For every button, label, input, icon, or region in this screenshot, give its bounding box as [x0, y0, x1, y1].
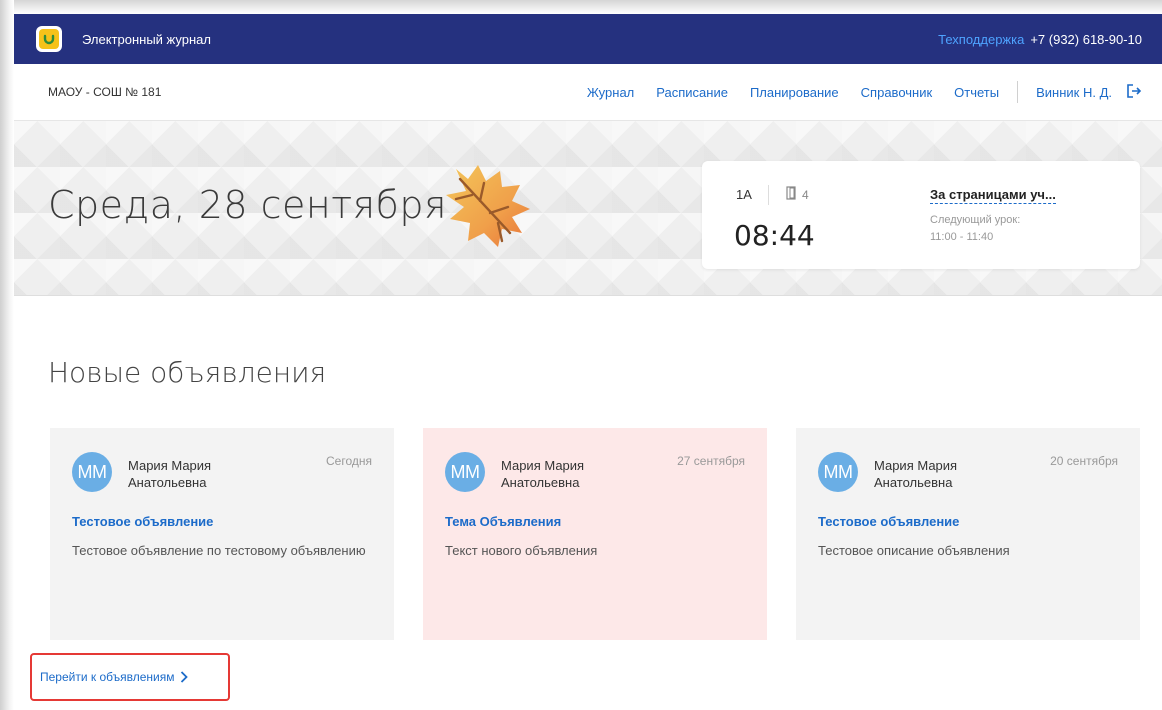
announcement-date: 20 сентября	[1050, 454, 1118, 468]
announcement-text: Тестовое объявление по тестовому объявле…	[72, 543, 366, 558]
announcement-date: 27 сентября	[677, 454, 745, 468]
user-name[interactable]: Винник Н. Д.	[1036, 85, 1112, 100]
lesson-room: 4	[786, 186, 809, 203]
window-shadow-top	[0, 0, 1162, 14]
author-name-line2: Анатольевна	[128, 475, 207, 490]
avatar: ММ	[818, 452, 858, 492]
nav-item-reference[interactable]: Справочник	[861, 85, 933, 100]
next-lesson-label: Следующий урок:	[930, 214, 1021, 226]
door-icon	[786, 186, 796, 203]
logo-icon	[39, 29, 59, 49]
announcement-text: Текст нового объявления	[445, 543, 598, 558]
announcement-author: Мария Мария Анатольевна	[501, 457, 584, 491]
nav-item-schedule[interactable]: Расписание	[656, 85, 728, 100]
announcement-title[interactable]: Тема Объявления	[445, 514, 561, 529]
lesson-subject-link[interactable]: За страницами уч...	[930, 187, 1056, 204]
nav-item-journal[interactable]: Журнал	[587, 85, 634, 100]
author-name-line1: Мария Мария	[874, 458, 958, 473]
avatar: ММ	[445, 452, 485, 492]
app-title[interactable]: Электронный журнал	[82, 32, 211, 47]
avatar: ММ	[72, 452, 112, 492]
main-nav: МАОУ - СОШ № 181 Журнал Расписание Плани…	[14, 64, 1162, 121]
announcements-title: Новые объявления	[48, 356, 327, 389]
lesson-time: 08:44	[734, 219, 815, 252]
announcement-date: Сегодня	[326, 454, 372, 468]
announcement-card[interactable]: ММ Мария Мария Анатольевна 20 сентября Т…	[796, 428, 1140, 640]
nav-divider	[1017, 81, 1019, 103]
chevron-right-icon	[180, 671, 189, 683]
window-shadow-left	[0, 0, 14, 710]
school-name: МАОУ - СОШ № 181	[48, 85, 162, 99]
announcement-card[interactable]: ММ Мария Мария Анатольевна Сегодня Тесто…	[50, 428, 394, 640]
top-header: Электронный журнал Техподдержка +7 (932)…	[14, 14, 1162, 64]
app-logo[interactable]	[36, 26, 62, 52]
announcement-card[interactable]: ММ Мария Мария Анатольевна 27 сентября Т…	[423, 428, 767, 640]
room-number: 4	[802, 187, 809, 202]
announcement-author: Мария Мария Анатольевна	[128, 457, 211, 491]
author-name-line2: Анатольевна	[501, 475, 580, 490]
support-block: Техподдержка +7 (932) 618-90-10	[938, 32, 1142, 47]
announcement-author: Мария Мария Анатольевна	[874, 457, 957, 491]
announcement-title[interactable]: Тестовое объявление	[72, 514, 213, 529]
goto-announcements-label: Перейти к объявлениям	[40, 670, 175, 684]
support-phone: +7 (932) 618-90-10	[1030, 31, 1142, 47]
current-date: Среда, 28 сентября	[48, 183, 447, 227]
lesson-class: 1А	[736, 187, 752, 202]
lesson-divider	[768, 185, 769, 205]
logout-icon[interactable]	[1126, 83, 1142, 102]
autumn-leaf-icon	[438, 157, 538, 262]
nav-item-reports[interactable]: Отчеты	[954, 85, 999, 100]
support-link[interactable]: Техподдержка	[938, 32, 1024, 47]
announcement-title[interactable]: Тестовое объявление	[818, 514, 959, 529]
nav-item-planning[interactable]: Планирование	[750, 85, 839, 100]
goto-announcements-link[interactable]: Перейти к объявлениям	[30, 653, 230, 701]
author-name-line2: Анатольевна	[874, 475, 953, 490]
nav-menu: Журнал Расписание Планирование Справочни…	[587, 81, 1162, 103]
page: Электронный журнал Техподдержка +7 (932)…	[0, 0, 1162, 710]
next-lesson-time: 11:00 - 11:40	[930, 231, 994, 243]
announcement-text: Тестовое описание объявления	[818, 543, 1010, 558]
author-name-line1: Мария Мария	[128, 458, 212, 473]
current-lesson-card[interactable]: 1А 4 08:44 За страницами уч... Следующий…	[702, 161, 1140, 269]
date-banner: Среда, 28 сентября 1А 4 08:44 За страниц…	[14, 121, 1162, 296]
author-name-line1: Мария Мария	[501, 458, 585, 473]
